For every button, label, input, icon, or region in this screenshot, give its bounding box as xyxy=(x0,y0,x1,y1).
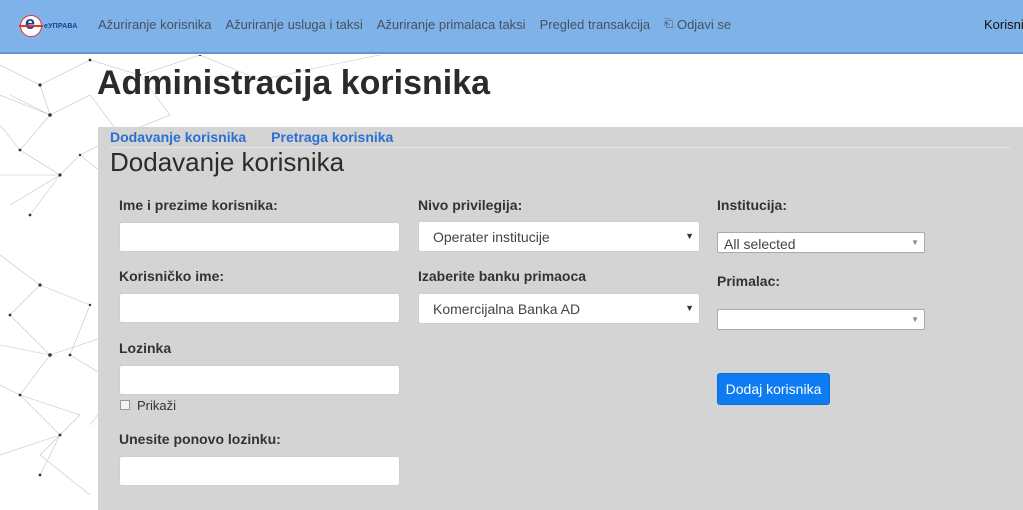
full-name-label: Ime i prezime korisnika: xyxy=(119,197,278,213)
tab-bar: Dodavanje korisnika Pretraga korisnika xyxy=(110,129,393,145)
nav-item-update-recipients[interactable]: Ažuriranje primalaca taksi xyxy=(377,17,526,32)
logout-icon: ⎗ xyxy=(664,18,673,30)
user-menu[interactable]: Korisnič xyxy=(984,17,1023,32)
logo-text: еУПРАВА xyxy=(44,22,78,30)
dropdown-arrow-icon: ▼ xyxy=(685,303,694,313)
show-password-label: Prikaži xyxy=(137,398,177,413)
section-title: Dodavanje korisnika xyxy=(110,147,345,177)
logout-link[interactable]: ⎗ Odjavi se xyxy=(664,17,731,32)
full-name-input[interactable] xyxy=(119,222,400,252)
dropdown-arrow-icon: ▼ xyxy=(911,315,919,324)
nav-item-update-users[interactable]: Ažuriranje korisnika xyxy=(98,17,211,32)
institution-label: Institucija: xyxy=(717,197,788,213)
password-input[interactable] xyxy=(119,365,400,395)
institution-multiselect[interactable]: All selected ▼ xyxy=(717,232,925,253)
nav-item-update-services[interactable]: Ažuriranje usluga i taksi xyxy=(225,17,362,32)
recipient-label: Primalac: xyxy=(717,273,781,289)
add-user-button[interactable]: Dodaj korisnika xyxy=(717,373,830,405)
privilege-select[interactable]: Operater institucije ▼ xyxy=(418,221,700,252)
form-panel: Dodavanje korisnika Pretraga korisnika D… xyxy=(98,127,1023,510)
nav-menu: Ažuriranje korisnika Ažuriranje usluga i… xyxy=(98,17,745,32)
e-uprava-logo-icon xyxy=(19,13,43,37)
password-repeat-input[interactable] xyxy=(119,456,400,486)
show-password-checkbox[interactable] xyxy=(120,400,130,410)
password-label: Lozinka xyxy=(119,340,172,356)
tab-add-user[interactable]: Dodavanje korisnika xyxy=(110,129,246,145)
recipient-multiselect[interactable]: ▼ xyxy=(717,309,925,330)
dropdown-arrow-icon: ▼ xyxy=(685,231,694,241)
nav-item-transactions[interactable]: Pregled transakcija xyxy=(540,17,651,32)
page-title: Administracija korisnika xyxy=(97,64,491,102)
bank-selected: Komercijalna Banka AD xyxy=(433,301,581,317)
username-label: Korisničko ime: xyxy=(119,268,225,284)
logout-label: Odjavi se xyxy=(676,17,732,32)
dropdown-arrow-icon: ▼ xyxy=(911,238,919,247)
privilege-label: Nivo privilegija: xyxy=(418,197,523,213)
logo[interactable]: еУПРАВА xyxy=(19,13,78,37)
tab-search-user[interactable]: Pretraga korisnika xyxy=(271,129,393,145)
bank-select[interactable]: Komercijalna Banka AD ▼ xyxy=(418,293,700,324)
top-navbar: еУПРАВА Ažuriranje korisnika Ažuriranje … xyxy=(0,0,1023,54)
password-repeat-label: Unesite ponovo lozinku: xyxy=(119,431,281,447)
bank-label: Izaberite banku primaoca xyxy=(418,268,587,284)
username-input[interactable] xyxy=(119,293,400,323)
institution-selected: All selected xyxy=(724,236,796,252)
privilege-selected: Operater institucije xyxy=(433,229,550,245)
